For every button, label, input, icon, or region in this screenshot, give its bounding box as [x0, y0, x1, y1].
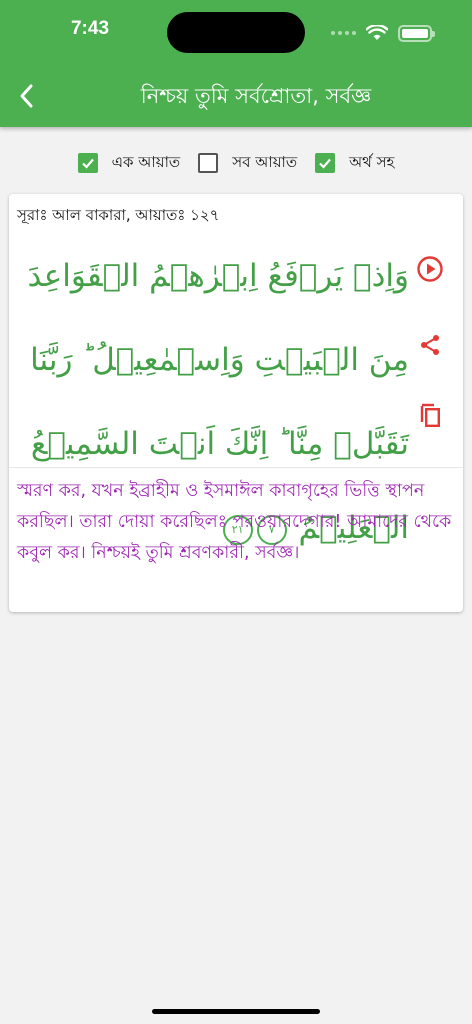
checkbox-unchecked[interactable] [198, 153, 219, 173]
option-label: সব আয়াত [232, 152, 298, 171]
option-label: এক আয়াত [111, 152, 181, 171]
share-icon [421, 335, 439, 355]
check-icon [81, 158, 94, 169]
verse-actions [415, 254, 445, 430]
chevron-left-icon [20, 84, 33, 108]
option-with-meaning[interactable]: অর্থ সহ [315, 151, 394, 176]
back-button[interactable] [8, 76, 44, 116]
copy-icon [420, 403, 441, 428]
page-title: নিশ্চয় তুমি সর্বশ্রোতা, সর্বজ্ঞ [140, 84, 372, 108]
option-all-ayah[interactable]: সব আয়াত [198, 151, 297, 176]
battery-icon [398, 24, 435, 42]
status-icons [331, 23, 435, 43]
divider [9, 467, 463, 468]
play-icon [417, 256, 443, 282]
dynamic-island [167, 12, 305, 53]
surah-reference: সূরাঃ আল বাকারা, আয়াতঃ ১২৭ [17, 206, 220, 224]
display-options: এক আয়াত সব আয়াত অর্থ সহ [0, 150, 472, 176]
app-bar: 7:43 নিশ্চয় তুমি সর্বশ্রোতা, সর্বজ্ঞ [0, 0, 472, 127]
checkbox-checked[interactable] [315, 153, 336, 173]
signal-icon [331, 31, 356, 35]
wifi-icon [366, 25, 388, 40]
translation-text: স্মরণ কর, যখন ইব্রাহীম ও ইসমাঈল কাবাগৃহে… [17, 481, 452, 563]
verse-card: সূরাঃ আল বাকারা, আয়াতঃ ১২৭ وَاِذۡ یَرۡف… [9, 194, 463, 612]
option-label: অর্থ সহ [349, 152, 395, 171]
share-button[interactable] [415, 330, 445, 360]
status-time: 7:43 [70, 18, 110, 39]
home-indicator [152, 1009, 320, 1014]
checkbox-checked[interactable] [77, 153, 98, 173]
check-icon [319, 158, 331, 169]
play-button[interactable] [415, 254, 445, 284]
option-single-ayah[interactable]: এক আয়াত [77, 151, 181, 176]
copy-button[interactable] [415, 400, 445, 430]
